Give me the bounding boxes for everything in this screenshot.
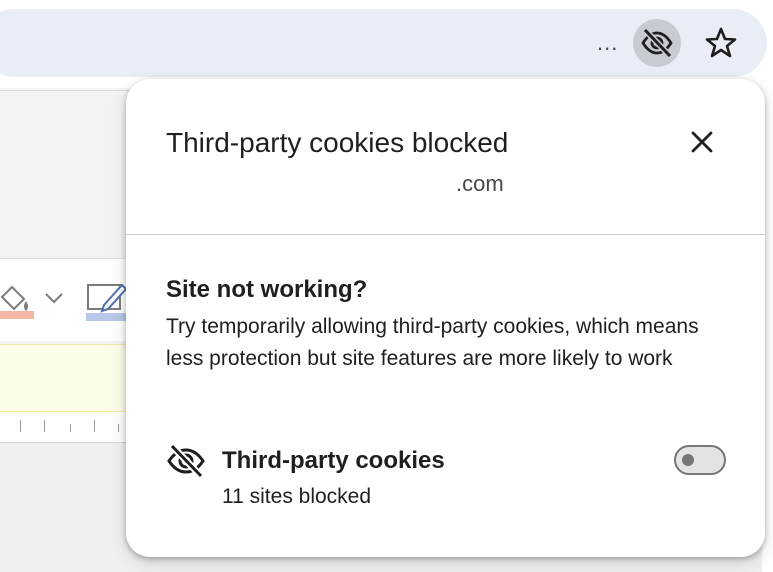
tracking-protection-button[interactable] <box>633 19 681 67</box>
third-party-cookies-label: Third-party cookies <box>222 447 445 474</box>
ruler-tick <box>70 424 71 432</box>
sites-blocked-count: 11 sites blocked <box>222 485 372 508</box>
site-not-working-description: Try temporarily allowing third-party coo… <box>166 315 699 370</box>
site-not-working-heading: Site not working? <box>166 276 368 303</box>
toggle-knob <box>682 454 694 466</box>
third-party-cookies-toggle[interactable] <box>674 445 726 475</box>
close-icon <box>691 131 713 153</box>
eye-slash-icon <box>167 443 205 479</box>
star-icon <box>705 27 737 58</box>
ruler-tick <box>20 420 21 432</box>
site-domain: .com <box>456 171 504 196</box>
close-button[interactable] <box>684 124 720 160</box>
bookmark-button[interactable] <box>698 20 744 66</box>
address-ellipsis: ... <box>597 30 619 55</box>
eye-slash-icon <box>641 27 673 59</box>
ruler-tick <box>118 424 119 432</box>
browser-toolbar: 2 ... <box>0 0 773 88</box>
ruler-tick <box>94 420 95 432</box>
dialog-title: Third-party cookies blocked <box>166 127 509 158</box>
document-sidebar-area <box>0 90 130 259</box>
dialog-divider <box>126 234 765 235</box>
chevron-down-icon[interactable] <box>44 291 64 305</box>
edit-icon[interactable] <box>86 281 130 321</box>
cookies-blocked-dialog: Third-party cookies blocked .com Site no… <box>126 79 765 557</box>
ruler-tick <box>44 420 45 432</box>
fill-color-icon[interactable] <box>0 279 40 319</box>
browser-window: 2 ... Third-party cookies blocked .com <box>0 0 773 572</box>
